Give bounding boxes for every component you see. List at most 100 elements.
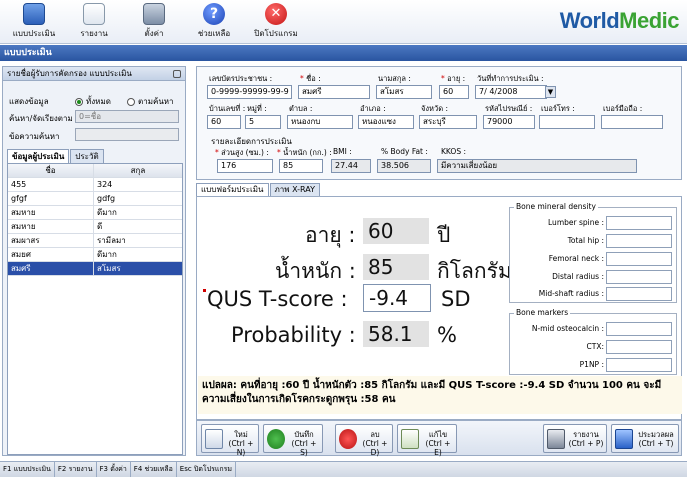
toolbar-form-label: แบบประเมิน	[12, 29, 56, 38]
left-panel: รายชื่อผู้รับการคัดกรอง แบบประเมิน แสดงข…	[2, 66, 186, 456]
toolbar-help-button[interactable]: ? ช่วยเหลือ	[186, 3, 242, 43]
qus-input[interactable]: -9.4	[363, 284, 431, 312]
surname-field[interactable]: สโมสร	[376, 85, 432, 99]
search-by-select[interactable]: 0=ชื่อ	[75, 110, 179, 123]
mid-shaft-radius-input[interactable]	[606, 287, 672, 301]
osteocalcin-label: N-mid osteocalcin :	[531, 324, 604, 333]
height-label-text: ส่วนสูง (ซม.) :	[221, 148, 269, 157]
phone-field[interactable]	[539, 115, 595, 129]
show-data-label: แสดงข้อมูล	[9, 97, 49, 106]
lumber-spine-input[interactable]	[606, 216, 672, 230]
table-row[interactable]: 455 324	[8, 178, 182, 192]
table-row[interactable]: สมผาสร รามีลมา	[8, 234, 182, 248]
column-header-surname[interactable]: สกุล	[94, 164, 182, 177]
probability-unit: %	[437, 323, 457, 347]
radio-search-label: ตามค้นหา	[138, 97, 174, 106]
table-row[interactable]: สมยศ ดีมาก	[8, 248, 182, 262]
delete-button-label: ลบ (Ctrl + D)	[362, 430, 388, 457]
weight-label: * น้ำหนัก (กก.) :	[277, 148, 332, 157]
search-text-input[interactable]	[75, 128, 179, 141]
cell-name: สมผาสร	[8, 234, 94, 247]
probability-label: Probability :	[231, 323, 356, 347]
tab-xray[interactable]: ภาพ X-RAY	[269, 183, 321, 196]
action-bar: ใหม่ (Ctrl + N) บันทึก (Ctrl + S) ลบ (Ct…	[196, 420, 682, 457]
name-field[interactable]: สมศรี	[298, 85, 370, 99]
cell-surname: ดี	[97, 222, 103, 231]
id-field[interactable]: 0-9999-99999-99-9	[207, 85, 292, 99]
printer-icon	[547, 429, 565, 449]
date-dropdown-button[interactable]: ▼	[545, 86, 556, 98]
ctx-label: CTX:	[586, 342, 604, 351]
ctx-input[interactable]	[606, 340, 672, 354]
radio-by-search[interactable]: ตามค้นหา	[127, 95, 174, 108]
assessment-weight-label: น้ำหนัก :	[275, 259, 356, 283]
toolbar-settings-label: ตั้งค่า	[144, 29, 164, 38]
postcode-label: รหัสไปรษณีย์ :	[485, 104, 533, 113]
settings-icon	[143, 3, 165, 25]
tab-assessment-form[interactable]: แบบฟอร์มประเมิน	[196, 183, 269, 196]
postcode-field[interactable]: 79000	[483, 115, 535, 129]
patient-table: ชื่อ สกุล 455 324 gfgf gdfg สมหาย ดีมาก สมห…	[7, 163, 183, 455]
subdistrict-field[interactable]: หนองกบ	[287, 115, 353, 129]
bone-density-title: Bone mineral density	[514, 202, 598, 211]
date-field[interactable]: 7/ 4/2008	[475, 85, 547, 99]
toolbar-close-button[interactable]: ✕ ปิดโปรแกรม	[248, 3, 304, 43]
toolbar-report-button[interactable]: รายงาน	[66, 3, 122, 43]
tab-history[interactable]: ประวัติ	[70, 149, 104, 163]
toolbar-close-label: ปิดโปรแกรม	[254, 29, 298, 38]
cell-surname: สโมสร	[97, 264, 121, 273]
column-header-name[interactable]: ชื่อ	[8, 164, 94, 177]
table-row[interactable]: สมหาย ดี	[8, 220, 182, 234]
pin-icon[interactable]	[173, 70, 181, 78]
phone-label: เบอร์โทร :	[541, 104, 575, 113]
new-button[interactable]: ใหม่ (Ctrl + N)	[201, 424, 259, 457]
province-field[interactable]: สระบุรี	[419, 115, 477, 129]
moo-field[interactable]: 5	[245, 115, 281, 129]
left-panel-title: รายชื่อผู้รับการคัดกรอง แบบประเมิน	[7, 69, 132, 78]
status-f3: F3 ตั้งค่า	[97, 462, 131, 477]
assessment-weight-value: 85	[363, 254, 429, 280]
osteocalcin-input[interactable]	[606, 322, 672, 336]
house-field[interactable]: 60	[207, 115, 241, 129]
cell-name: 455	[8, 178, 94, 191]
table-row-selected[interactable]: สมศรี สโมสร	[8, 262, 182, 276]
weight-field[interactable]: 85	[279, 159, 323, 173]
toolbar-form-button[interactable]: แบบประเมิน	[6, 3, 62, 43]
edit-button[interactable]: แก้ไข (Ctrl + E)	[397, 424, 457, 457]
search-by-label: ค้นหา/จัดเรียงตาม	[9, 114, 73, 123]
district-field[interactable]: หนองแซง	[358, 115, 414, 129]
height-field[interactable]: 176	[217, 159, 273, 173]
toolbar-settings-button[interactable]: ตั้งค่า	[126, 3, 182, 43]
search-text-label: ข้อความค้นหา	[9, 132, 60, 141]
report-button[interactable]: รายงาน (Ctrl + P)	[543, 424, 607, 453]
total-hip-input[interactable]	[606, 234, 672, 248]
distal-radius-input[interactable]	[606, 270, 672, 284]
toolbar-help-label: ช่วยเหลือ	[197, 29, 231, 38]
calculator-icon	[615, 429, 633, 449]
new-button-label: ใหม่ (Ctrl + N)	[228, 430, 254, 457]
cell-surname: gdfg	[97, 194, 116, 203]
main-toolbar: แบบประเมิน รายงาน ตั้งค่า ? ช่วยเหลือ ✕ …	[0, 0, 687, 44]
brand-main-text: World	[559, 8, 620, 33]
window-title: แบบประเมิน	[0, 45, 687, 61]
evaluate-button[interactable]: ประมวลผล (Ctrl + T)	[611, 424, 679, 453]
name-label: * ชื่อ :	[300, 74, 321, 83]
radio-all-label: ทั้งหมด	[86, 97, 111, 106]
status-f2: F2 รายงาน	[55, 462, 97, 477]
table-row[interactable]: gfgf gdfg	[8, 192, 182, 206]
edit-button-label: แก้ไข (Ctrl + E)	[425, 430, 451, 457]
femoral-neck-input[interactable]	[606, 252, 672, 266]
delete-button[interactable]: ลบ (Ctrl + D)	[335, 424, 393, 457]
status-esc: Esc ปิดโปรแกรม	[177, 462, 237, 477]
house-label: บ้านเลขที่ :	[209, 104, 246, 113]
save-button[interactable]: บันทึก (Ctrl + S)	[263, 424, 323, 457]
mobile-field[interactable]	[601, 115, 663, 129]
p1np-input[interactable]	[606, 358, 672, 372]
tab-evaluatee-info[interactable]: ข้อมูลผู้ประเมิน	[7, 149, 70, 163]
bmi-label: BMI :	[333, 147, 352, 156]
radio-search-dot	[127, 97, 135, 106]
table-row[interactable]: สมหาย ดีมาก	[8, 206, 182, 220]
toolbar-report-label: รายงาน	[80, 29, 108, 38]
radio-all[interactable]: ทั้งหมด	[75, 95, 111, 108]
age-field[interactable]: 60	[439, 85, 469, 99]
